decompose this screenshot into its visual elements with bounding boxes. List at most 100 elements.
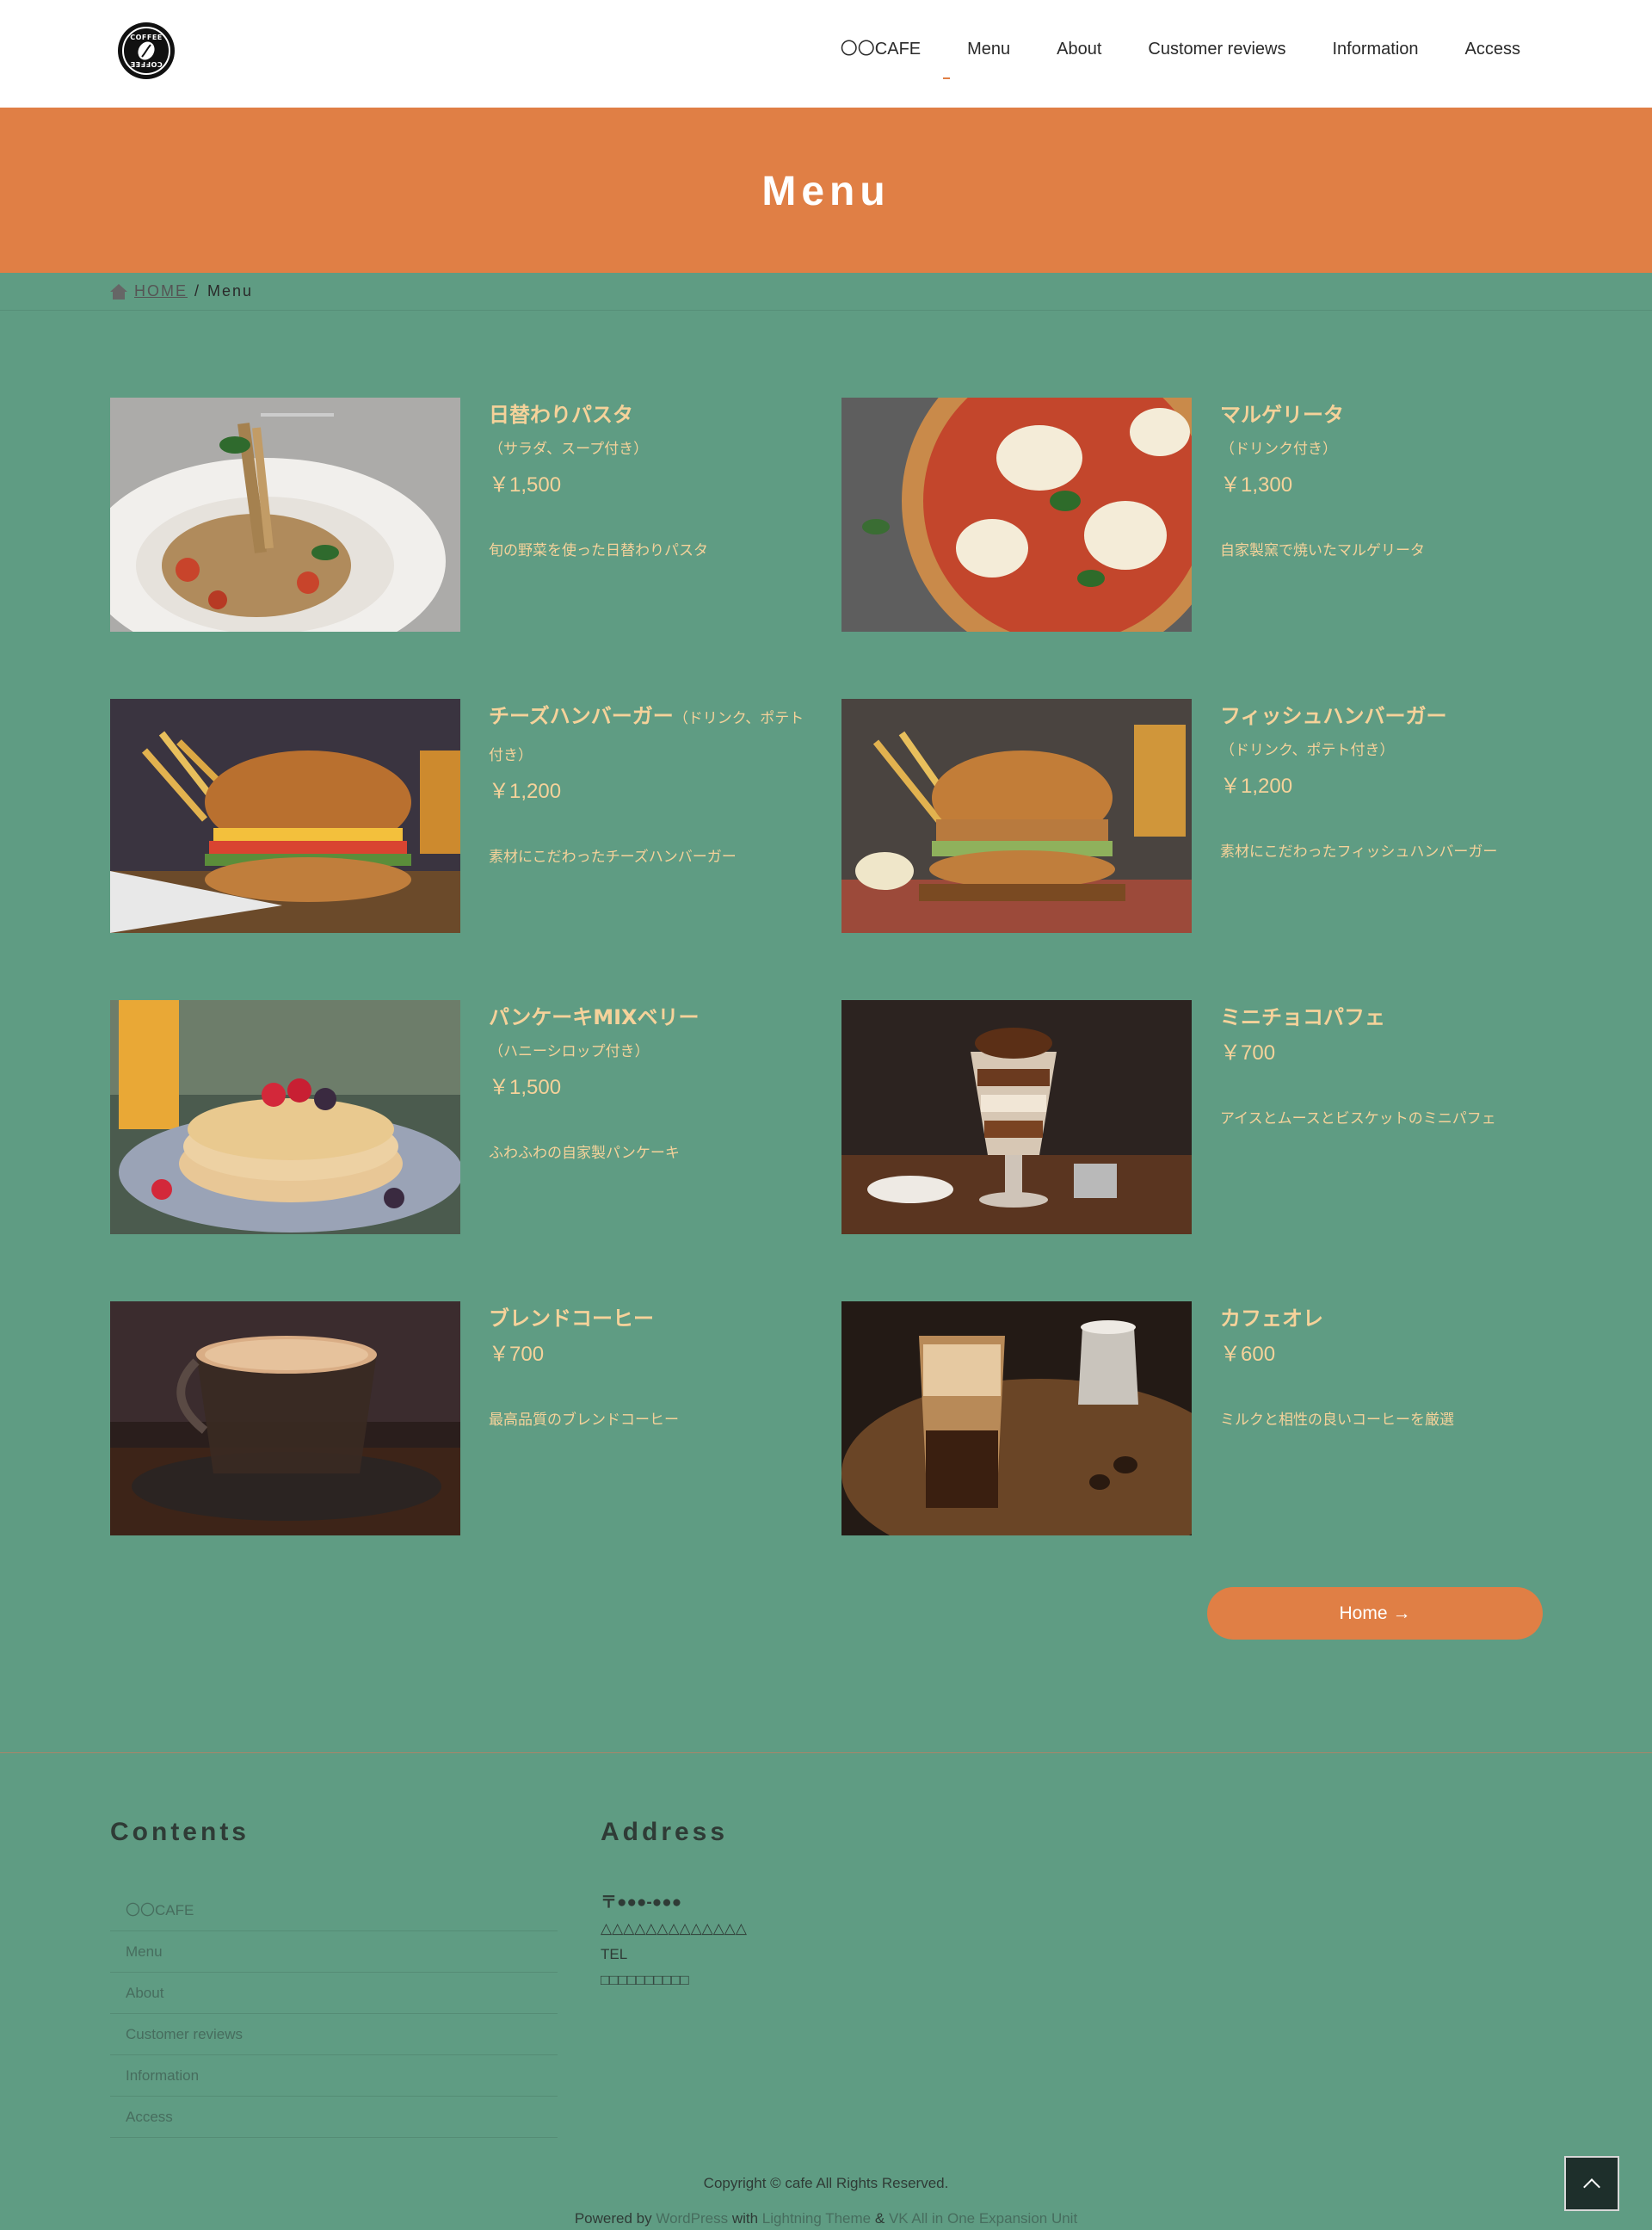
footer-address-heading: Address <box>601 1818 729 1846</box>
footer-divider <box>0 1752 1652 1753</box>
pancake-image <box>110 1000 460 1234</box>
menu-item-description: 素材にこだわったフィッシュハンバーガー <box>1220 843 1498 861</box>
address-zip: 〒●●●-●●● <box>601 1893 682 1912</box>
breadcrumb-current: Menu <box>207 282 254 300</box>
nav-item-menu[interactable]: Menu <box>943 36 1010 79</box>
footer-link-customer-reviews[interactable]: Customer reviews <box>110 2014 558 2055</box>
menu-item-pancake: パンケーキMIXベリー （ハニーシロップ付き） ￥1,500 ふわふわの自家製パ… <box>110 1000 816 1234</box>
menu-item-price: ￥1,200 <box>1220 775 1293 798</box>
menu-item-cafe-au-lait: カフェオレ ￥600 ミルクと相性の良いコーヒーを厳選 <box>841 1301 1547 1535</box>
menu-item-price: ￥1,200 <box>489 780 562 803</box>
address-block: 〒●●●-●●● △△△△△△△△△△△△△ TEL □□□□□□□□□□ <box>601 1890 747 1993</box>
cafe-logo[interactable]: COFFEE COFFEE <box>118 22 175 79</box>
menu-item-price: ￥1,500 <box>489 473 562 497</box>
logo-emblem: COFFEE COFFEE <box>122 27 170 75</box>
menu-item-choco-parfait: ミニチョコパフェ ￥700 アイスとムースとビスケットのミニパフェ <box>841 1000 1547 1234</box>
breadcrumb-divider <box>0 310 1652 311</box>
menu-item-margherita: マルゲリータ （ドリンク付き） ￥1,300 自家製窯で焼いたマルゲリータ <box>841 398 1547 632</box>
menu-item-price: ￥1,300 <box>1220 473 1293 497</box>
menu-item-blend-coffee: ブレンドコーヒー ￥700 最高品質のブレンドコーヒー <box>110 1301 816 1535</box>
breadcrumb-separator: / <box>194 282 201 300</box>
menu-item-description: ミルクと相性の良いコーヒーを厳選 <box>1220 1412 1454 1429</box>
menu-item-name: チーズハンバーガー（ドリンク、ポテト付き） <box>489 699 816 773</box>
powered-with: with <box>731 2210 759 2227</box>
main-nav: 〇〇CAFE Menu About Customer reviews Infor… <box>794 36 1520 79</box>
logo-text-top: COFFEE <box>130 34 163 41</box>
footer-link-menu[interactable]: Menu <box>110 1931 558 1973</box>
home-button[interactable]: Home → <box>1207 1587 1543 1640</box>
nav-item-access[interactable]: Access <box>1465 36 1520 62</box>
margherita-image <box>841 398 1192 632</box>
menu-item-note: （サラダ、スープ付き） <box>489 441 649 458</box>
home-button-label: Home <box>1339 1603 1388 1623</box>
lightning-theme-link[interactable]: Lightning Theme <box>762 2210 871 2227</box>
wordpress-link[interactable]: WordPress <box>656 2210 728 2227</box>
footer-contents-heading: Contents <box>110 1818 250 1846</box>
menu-item-description: 最高品質のブレンドコーヒー <box>489 1412 679 1429</box>
nav-item-cafe[interactable]: 〇〇CAFE <box>841 36 921 62</box>
menu-item-info: フィッシュハンバーガー （ドリンク、ポテト付き） ￥1,200 素材にこだわった… <box>1220 699 1547 864</box>
site-header: COFFEE COFFEE 〇〇CAFE Menu About Customer… <box>0 0 1652 108</box>
page-title: Menu <box>761 169 891 214</box>
coffee-bean-icon <box>138 41 155 60</box>
cafe-au-lait-image <box>841 1301 1192 1535</box>
menu-item-description: 自家製窯で焼いたマルゲリータ <box>1220 542 1425 559</box>
nav-item-customer-reviews[interactable]: Customer reviews <box>1148 36 1285 62</box>
nav-item-about[interactable]: About <box>1057 36 1101 62</box>
vk-expansion-link[interactable]: VK All in One Expansion Unit <box>889 2210 1077 2227</box>
powered-amp: & <box>874 2210 885 2227</box>
menu-item-info: ミニチョコパフェ ￥700 アイスとムースとビスケットのミニパフェ <box>1220 1000 1547 1131</box>
menu-item-price: ￥1,500 <box>489 1076 562 1099</box>
arrow-right-icon: → <box>1392 1603 1411 1623</box>
menu-item-note: （ドリンク付き） <box>1220 441 1337 458</box>
footer-link-access[interactable]: Access <box>110 2097 558 2138</box>
menu-item-description: 素材にこだわったチーズハンバーガー <box>489 849 737 866</box>
powered-prefix: Powered by <box>574 2210 652 2227</box>
menu-item-price: ￥700 <box>1220 1041 1276 1065</box>
menu-item-info: パンケーキMIXベリー （ハニーシロップ付き） ￥1,500 ふわふわの自家製パ… <box>489 1000 816 1165</box>
menu-item-name: フィッシュハンバーガー <box>1220 704 1447 728</box>
menu-item-info: カフェオレ ￥600 ミルクと相性の良いコーヒーを厳選 <box>1220 1301 1547 1432</box>
fish-burger-image <box>841 699 1192 933</box>
address-line: △△△△△△△△△△△△△ <box>601 1920 747 1937</box>
menu-item-name: マルゲリータ <box>1220 403 1344 427</box>
menu-item-name: 日替わりパスタ <box>489 403 633 427</box>
choco-parfait-image <box>841 1000 1192 1234</box>
menu-item-pasta: 日替わりパスタ （サラダ、スープ付き） ￥1,500 旬の野菜を使った日替わりパ… <box>110 398 816 632</box>
menu-item-fish-burger: フィッシュハンバーガー （ドリンク、ポテト付き） ￥1,200 素材にこだわった… <box>841 699 1547 933</box>
menu-item-description: アイスとムースとビスケットのミニパフェ <box>1220 1110 1496 1127</box>
menu-item-note: （ドリンク、ポテト付き） <box>1220 742 1395 759</box>
pasta-image <box>110 398 460 632</box>
powered-by: Powered by WordPress with Lightning Them… <box>0 2210 1652 2227</box>
menu-item-name-text: チーズハンバーガー <box>489 704 674 728</box>
menu-item-info: 日替わりパスタ （サラダ、スープ付き） ￥1,500 旬の野菜を使った日替わりパ… <box>489 398 816 563</box>
home-icon <box>110 283 127 300</box>
menu-item-name: ミニチョコパフェ <box>1220 1005 1385 1029</box>
menu-item-note: （ハニーシロップ付き） <box>489 1043 650 1060</box>
menu-item-info: チーズハンバーガー（ドリンク、ポテト付き） ￥1,200 素材にこだわったチーズ… <box>489 699 816 869</box>
tel-number: □□□□□□□□□□ <box>601 1972 689 1988</box>
menu-item-name: カフェオレ <box>1220 1306 1323 1331</box>
tel-label: TEL <box>601 1946 628 1962</box>
cheeseburger-image <box>110 699 460 933</box>
breadcrumb-home-link[interactable]: HOME <box>134 282 188 300</box>
menu-item-cheeseburger: チーズハンバーガー（ドリンク、ポテト付き） ￥1,200 素材にこだわったチーズ… <box>110 699 816 933</box>
menu-item-name: パンケーキMIXベリー <box>489 1005 700 1029</box>
copyright: Copyright © cafe All Rights Reserved. <box>703 2175 949 2191</box>
breadcrumb: HOME / Menu <box>110 282 253 300</box>
footer-link-information[interactable]: Information <box>110 2055 558 2097</box>
menu-item-description: ふわふわの自家製パンケーキ <box>489 1145 680 1162</box>
footer-link-about[interactable]: About <box>110 1973 558 2014</box>
chevron-up-icon <box>1583 2178 1600 2196</box>
footer-link-cafe[interactable]: 〇〇CAFE <box>110 1890 558 1931</box>
back-to-top-button[interactable] <box>1564 2156 1619 2211</box>
menu-item-price: ￥700 <box>489 1343 545 1366</box>
logo-text-bottom: COFFEE <box>130 60 163 68</box>
menu-item-name: ブレンドコーヒー <box>489 1306 654 1331</box>
menu-item-price: ￥600 <box>1220 1343 1276 1366</box>
footer-contents-list: 〇〇CAFE Menu About Customer reviews Infor… <box>110 1890 558 2138</box>
menu-item-info: マルゲリータ （ドリンク付き） ￥1,300 自家製窯で焼いたマルゲリータ <box>1220 398 1547 563</box>
page-title-band: Menu <box>0 108 1652 273</box>
blend-coffee-image <box>110 1301 460 1535</box>
nav-item-information[interactable]: Information <box>1332 36 1418 62</box>
